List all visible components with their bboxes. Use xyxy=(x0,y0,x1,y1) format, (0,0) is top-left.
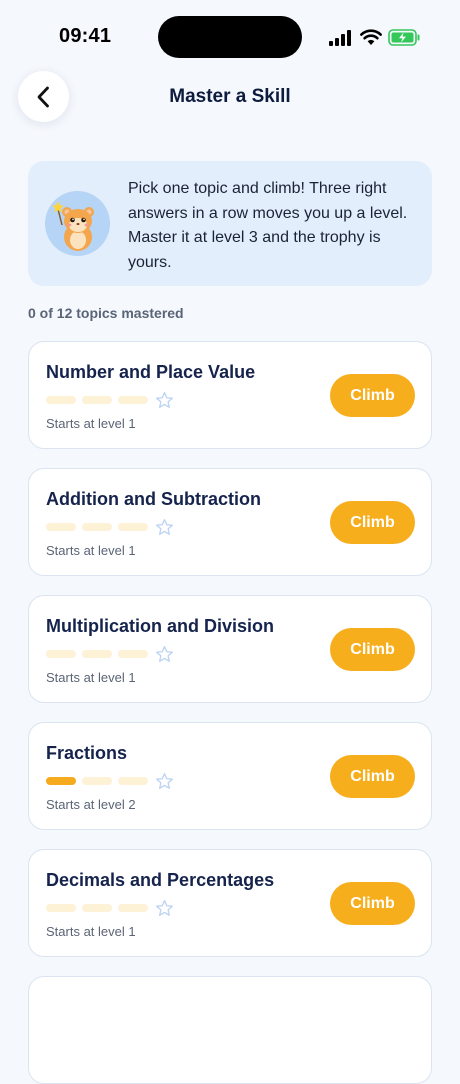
level-progress xyxy=(46,899,174,917)
start-level: Starts at level 1 xyxy=(46,670,136,685)
info-text: Pick one topic and climb! Three right an… xyxy=(128,180,408,271)
climb-button[interactable]: Climb xyxy=(330,501,415,544)
status-bar: 09:41 xyxy=(0,0,460,74)
status-time: 09:41 xyxy=(59,25,112,47)
dynamic-island xyxy=(158,16,302,58)
progress-segment xyxy=(118,396,148,404)
progress-segment xyxy=(46,523,76,531)
level-progress xyxy=(46,518,174,536)
star-icon xyxy=(156,772,173,789)
progress-segment xyxy=(82,904,112,912)
topic-title: Addition and Subtraction xyxy=(46,489,261,509)
climb-button[interactable]: Climb xyxy=(330,882,415,925)
info-banner: Pick one topic and climb! Three right an… xyxy=(28,161,432,286)
topic-card[interactable]: Decimals and Percentages Starts at level … xyxy=(28,849,432,957)
mastered-count: 0 of 12 topics mastered xyxy=(28,305,184,321)
level-progress xyxy=(46,645,174,663)
topic-card[interactable]: Fractions Starts at level 2 Climb xyxy=(28,722,432,830)
progress-segment xyxy=(46,650,76,658)
climb-button[interactable]: Climb xyxy=(330,374,415,417)
topic-title: Number and Place Value xyxy=(46,362,256,382)
level-progress xyxy=(46,772,174,790)
climb-button[interactable]: Climb xyxy=(330,755,415,798)
topic-title: Multiplication and Division xyxy=(46,616,275,636)
progress-segment xyxy=(118,650,148,658)
page-title: Master a Skill xyxy=(169,86,291,107)
wifi-icon xyxy=(360,29,382,45)
progress-segment xyxy=(118,777,148,785)
topic-card[interactable]: Multiplication and Division Starts at lev… xyxy=(28,595,432,703)
progress-segment xyxy=(118,523,148,531)
topic-title: Fractions xyxy=(46,743,128,763)
hamster-mascot xyxy=(45,191,110,256)
progress-segment xyxy=(82,650,112,658)
topic-title: Decimals and Percentages xyxy=(46,870,275,890)
star-icon xyxy=(156,899,173,916)
star-icon xyxy=(156,391,173,408)
cellular-signal-icon xyxy=(329,30,351,46)
topic-card[interactable] xyxy=(28,976,432,1084)
climb-button[interactable]: Climb xyxy=(330,628,415,671)
progress-segment xyxy=(46,904,76,912)
battery-charging-icon xyxy=(388,29,420,46)
start-level: Starts at level 1 xyxy=(46,416,136,431)
progress-segment xyxy=(82,777,112,785)
star-icon xyxy=(156,645,173,662)
start-level: Starts at level 1 xyxy=(46,924,136,939)
progress-segment xyxy=(46,777,76,785)
topic-card[interactable]: Addition and Subtraction Starts at level … xyxy=(28,468,432,576)
topic-card[interactable]: Number and Place Value Starts at level 1 C… xyxy=(28,341,432,449)
progress-segment xyxy=(118,904,148,912)
progress-segment xyxy=(82,523,112,531)
level-progress xyxy=(46,391,174,409)
progress-segment xyxy=(82,396,112,404)
start-level: Starts at level 1 xyxy=(46,543,136,558)
progress-segment xyxy=(46,396,76,404)
start-level: Starts at level 2 xyxy=(46,797,136,812)
star-icon xyxy=(156,518,173,535)
